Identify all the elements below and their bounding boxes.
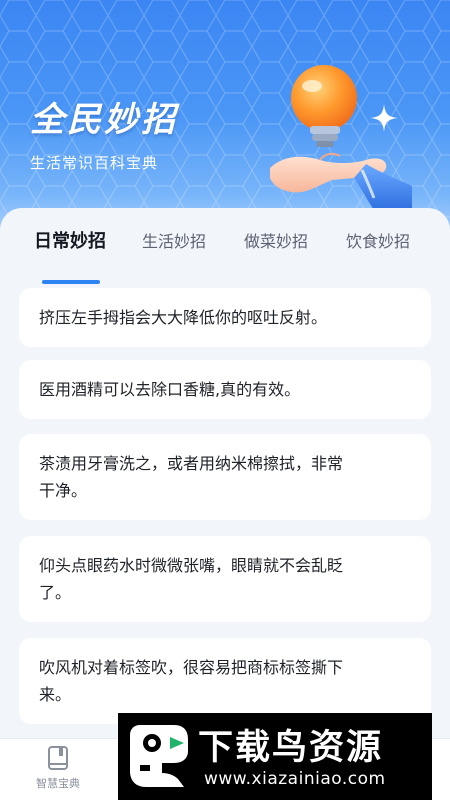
bird-logo-icon (130, 725, 188, 787)
sparkle-icon (370, 104, 398, 132)
tip-card[interactable]: 仰头点眼药水时微微张嘴，眼睛就不会乱眨 了。 (19, 536, 431, 622)
tip-text-line: 茶渍用牙膏洗之，或者用纳米棉擦拭，非常 (39, 454, 344, 473)
watermark-banner: 下载鸟资源 www.xiazainiao.com (118, 713, 432, 800)
nav-label: 智慧宝典 (36, 777, 80, 790)
tip-text-line: 吹风机对着标签吹，很容易把商标标签撕下 (39, 658, 344, 677)
active-tab-indicator (42, 280, 100, 284)
tab-cooking-tips[interactable]: 做菜妙招 (244, 228, 308, 252)
tip-text-line: 仰头点眼药水时微微张嘴，眼睛就不会乱眨 (39, 556, 344, 575)
tip-text-line: 了。 (39, 583, 72, 602)
tip-text: 医用酒精可以去除口香糖,真的有效。 (39, 380, 301, 399)
watermark-title: 下载鸟资源 (198, 728, 384, 768)
app-title: 全民妙招 (30, 100, 178, 140)
app-subtitle: 生活常识百科宝典 (30, 154, 159, 172)
tip-card[interactable]: 医用酒精可以去除口香糖,真的有效。 (19, 360, 431, 419)
watermark-url: www.xiazainiao.com (204, 769, 386, 789)
tip-card[interactable]: 吹风机对着标签吹，很容易把商标标签撕下 来。 (19, 638, 431, 724)
tip-card[interactable]: 挤压左手拇指会大大降低你的呕吐反射。 (19, 288, 431, 347)
tip-card[interactable]: 茶渍用牙膏洗之，或者用纳米棉擦拭，非常 干净。 (19, 434, 431, 520)
book-icon (48, 746, 68, 770)
tab-daily-tips[interactable]: 日常妙招 (34, 227, 106, 253)
tip-text: 挤压左手拇指会大大降低你的呕吐反射。 (39, 308, 328, 327)
nav-item-wisdom-book[interactable]: 智慧宝典 (30, 745, 86, 797)
category-tabs: 日常妙招 生活妙招 做菜妙招 饮食妙招 (0, 227, 450, 284)
tip-text-line: 干净。 (39, 481, 88, 500)
tip-text-line: 来。 (39, 685, 72, 704)
hand-holding-lightbulb-icon (270, 65, 412, 210)
tab-life-tips[interactable]: 生活妙招 (142, 228, 206, 252)
tab-diet-tips[interactable]: 饮食妙招 (346, 228, 410, 252)
